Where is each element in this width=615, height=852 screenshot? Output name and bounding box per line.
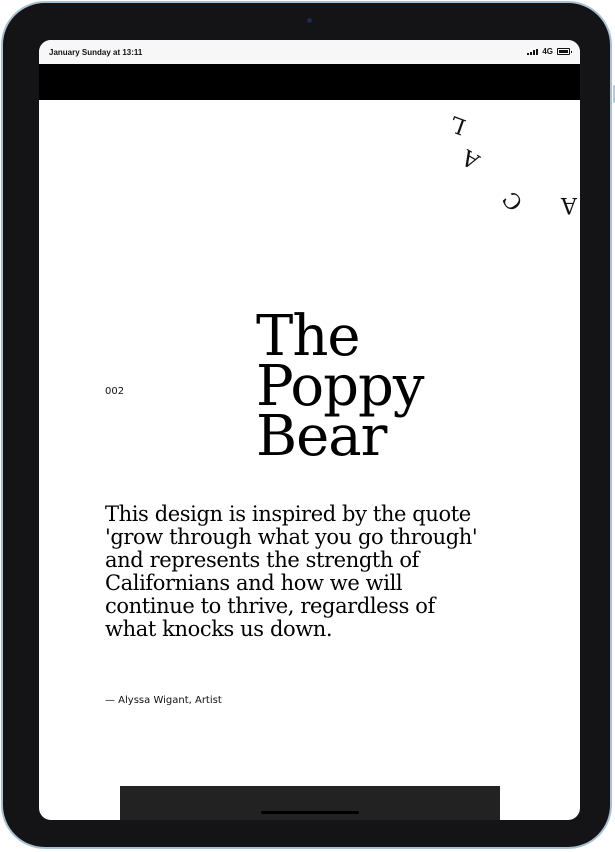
- screen: January Sunday at 13:11 4G L A C A 002 T…: [39, 40, 580, 820]
- circular-letter: L: [447, 110, 470, 139]
- page-number: 002: [105, 386, 125, 397]
- circular-letter: A: [561, 192, 577, 217]
- page-title: The Poppy Bear: [256, 309, 424, 469]
- circular-text: L A C A: [39, 40, 580, 300]
- home-indicator[interactable]: [261, 811, 359, 814]
- circular-letter: A: [457, 143, 485, 174]
- bottom-panel: [120, 786, 500, 820]
- front-camera: [307, 18, 312, 23]
- title-line: Bear: [256, 404, 387, 469]
- quote-text: This design is inspired by the quote 'gr…: [105, 502, 478, 641]
- attribution: — Alyssa Wigant, Artist: [105, 695, 222, 706]
- circular-letter: C: [498, 186, 529, 215]
- tablet-frame: January Sunday at 13:11 4G L A C A 002 T…: [1, 1, 615, 849]
